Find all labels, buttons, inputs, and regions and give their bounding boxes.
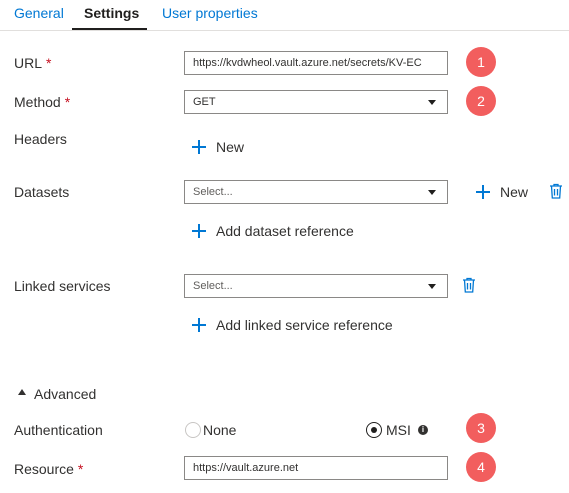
- callout-badge-3: 3: [466, 413, 496, 443]
- resource-label: Resource *: [14, 460, 83, 478]
- resource-label-text: Resource: [14, 461, 74, 477]
- datasets-placeholder: Select...: [193, 186, 233, 198]
- linked-services-placeholder: Select...: [193, 280, 233, 292]
- resource-value: https://vault.azure.net: [193, 462, 299, 474]
- trash-icon[interactable]: [462, 277, 476, 293]
- callout-badge-4: 4: [466, 452, 496, 482]
- auth-none-radio[interactable]: [185, 422, 201, 438]
- required-asterisk: *: [64, 94, 71, 110]
- method-value: GET: [193, 96, 216, 108]
- datasets-dropdown[interactable]: Select...: [184, 180, 448, 204]
- chevron-down-icon: [428, 190, 436, 195]
- method-dropdown[interactable]: GET: [184, 90, 448, 114]
- url-input[interactable]: https://kvdwheol.vault.azure.net/secrets…: [184, 51, 448, 75]
- tab-divider: [0, 30, 569, 31]
- auth-none-label[interactable]: None: [203, 421, 236, 439]
- headers-new-label: New: [216, 139, 245, 155]
- tab-user-properties[interactable]: User properties: [162, 3, 258, 23]
- tab-general[interactable]: General: [14, 3, 64, 23]
- advanced-toggle[interactable]: Advanced: [34, 385, 96, 403]
- datasets-label: Datasets: [14, 184, 70, 200]
- add-dataset-reference-label: Add dataset reference: [216, 223, 354, 239]
- linked-services-dropdown[interactable]: Select...: [184, 274, 448, 298]
- chevron-down-icon: [428, 100, 436, 105]
- info-icon[interactable]: i: [418, 425, 428, 435]
- authentication-label: Authentication: [14, 422, 103, 438]
- auth-msi-radio[interactable]: [366, 422, 382, 438]
- headers-label: Headers: [14, 131, 67, 147]
- plus-icon: [192, 140, 206, 154]
- plus-icon: [476, 185, 490, 199]
- plus-icon: [192, 318, 206, 332]
- url-label-text: URL: [14, 55, 43, 71]
- url-value: https://kvdwheol.vault.azure.net/secrets…: [193, 57, 422, 69]
- resource-input[interactable]: https://vault.azure.net: [184, 456, 448, 480]
- callout-badge-2: 2: [466, 86, 496, 116]
- method-label: Method *: [14, 93, 70, 111]
- callout-badge-1: 1: [466, 47, 496, 77]
- linked-services-label: Linked services: [14, 278, 111, 294]
- auth-msi-label[interactable]: MSI: [386, 421, 411, 439]
- required-asterisk: *: [77, 461, 84, 477]
- plus-icon: [192, 224, 206, 238]
- required-asterisk: *: [46, 55, 52, 71]
- datasets-new-label: New: [500, 184, 529, 200]
- url-label: URL *: [14, 54, 51, 72]
- trash-icon[interactable]: [549, 183, 563, 199]
- add-linked-service-reference-label: Add linked service reference: [216, 317, 393, 333]
- chevron-down-icon: [428, 284, 436, 289]
- triangle-up-icon[interactable]: [18, 389, 26, 395]
- method-label-text: Method: [14, 94, 61, 110]
- tab-settings[interactable]: Settings: [84, 3, 139, 23]
